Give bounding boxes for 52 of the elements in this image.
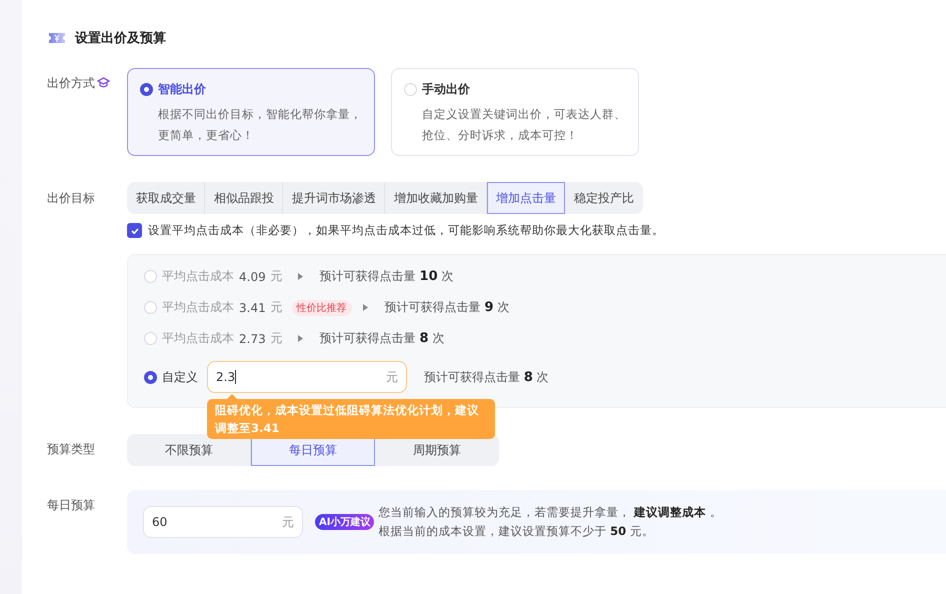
option-label: 平均点击成本 xyxy=(162,330,234,347)
checkbox[interactable] xyxy=(127,223,142,238)
field-label: 每日预算 xyxy=(47,496,95,514)
option-label: 自定义 xyxy=(162,368,198,386)
option-label: 平均点击成本 xyxy=(162,268,234,285)
checkmark-icon xyxy=(130,226,140,236)
caret-icon xyxy=(298,335,303,342)
checkbox-label: 设置平均点击成本（非必要），如果平均点击成本过低，可能影响系统帮助你最大化获取点击量。 xyxy=(148,223,664,238)
cost-value: 2.73 xyxy=(239,332,266,346)
goal-tab[interactable]: 增加点击量 xyxy=(487,182,565,214)
unit-label: 元 xyxy=(270,299,283,316)
estimate-text: 预计可获得点击量 8 次 xyxy=(320,330,444,347)
caret-icon xyxy=(298,273,303,280)
ai-badge: AI小万建议 xyxy=(315,514,374,530)
tooltip-pointer-icon xyxy=(227,394,237,399)
field-label: 预算类型 xyxy=(47,440,95,458)
estimate-text: 预计可获得点击量 9 次 xyxy=(384,299,510,316)
caret-icon xyxy=(362,304,368,311)
card-title: 智能出价 xyxy=(158,81,206,98)
field-label: 出价目标 xyxy=(47,190,95,206)
cost-value: 4.09 xyxy=(239,270,266,284)
estimate-text: 预计可获得点击量 10 次 xyxy=(320,268,454,285)
budget-input[interactable]: 60 元 xyxy=(143,506,303,538)
section-title: 设置出价及预算 xyxy=(75,30,166,47)
unit-label: 元 xyxy=(282,514,294,530)
graduation-cap-icon xyxy=(97,77,110,89)
ticket-icon xyxy=(47,30,67,46)
warning-tooltip: 阻碍优化，成本设置过低阻碍算法优化计划，建议调整至3.41 xyxy=(207,394,495,439)
radio-button[interactable] xyxy=(140,83,153,96)
cost-input[interactable]: 2.3 元 xyxy=(207,361,407,393)
estimate-text: 预计可获得点击量 8 次 xyxy=(424,368,549,386)
unit-label: 元 xyxy=(270,330,283,347)
field-label: 出价方式 xyxy=(47,74,95,92)
card-description: 根据不同出价目标，智能化帮你拿量，更简单，更省心！ xyxy=(158,106,362,144)
suggestion-text: 根据当前的成本设置，建议设置预算不少于 50 元。 xyxy=(378,524,655,539)
unit-label: 元 xyxy=(386,368,398,386)
bid-mode-card[interactable]: 智能出价 根据不同出价目标，智能化帮你拿量，更简单，更省心！ xyxy=(127,68,375,156)
option-label: 平均点击成本 xyxy=(162,299,234,316)
input-value: 60 xyxy=(152,515,168,529)
goal-tab[interactable]: 相似品跟投 xyxy=(205,182,283,214)
recommend-tag: 性价比推荐 xyxy=(292,300,352,316)
goal-tab[interactable]: 稳定投产比 xyxy=(565,182,643,214)
card-description: 自定义设置关键词出价，可表达人群、抢位、分时诉求，成本可控！ xyxy=(422,106,626,144)
input-value: 2.3 xyxy=(216,370,236,384)
card-title: 手动出价 xyxy=(422,81,470,98)
radio-button[interactable] xyxy=(144,370,157,384)
suggestion-text: 您当前输入的预算较为充足，若需要提升拿量， 建议调整成本 。 xyxy=(378,505,722,520)
unit-label: 元 xyxy=(270,268,283,285)
goal-tab[interactable]: 提升词市场渗透 xyxy=(283,182,385,214)
bid-mode-card[interactable]: 手动出价 自定义设置关键词出价，可表达人群、抢位、分时诉求，成本可控！ xyxy=(391,68,639,156)
goal-tab[interactable]: 获取成交量 xyxy=(127,182,205,214)
cost-value: 3.41 xyxy=(239,300,266,314)
